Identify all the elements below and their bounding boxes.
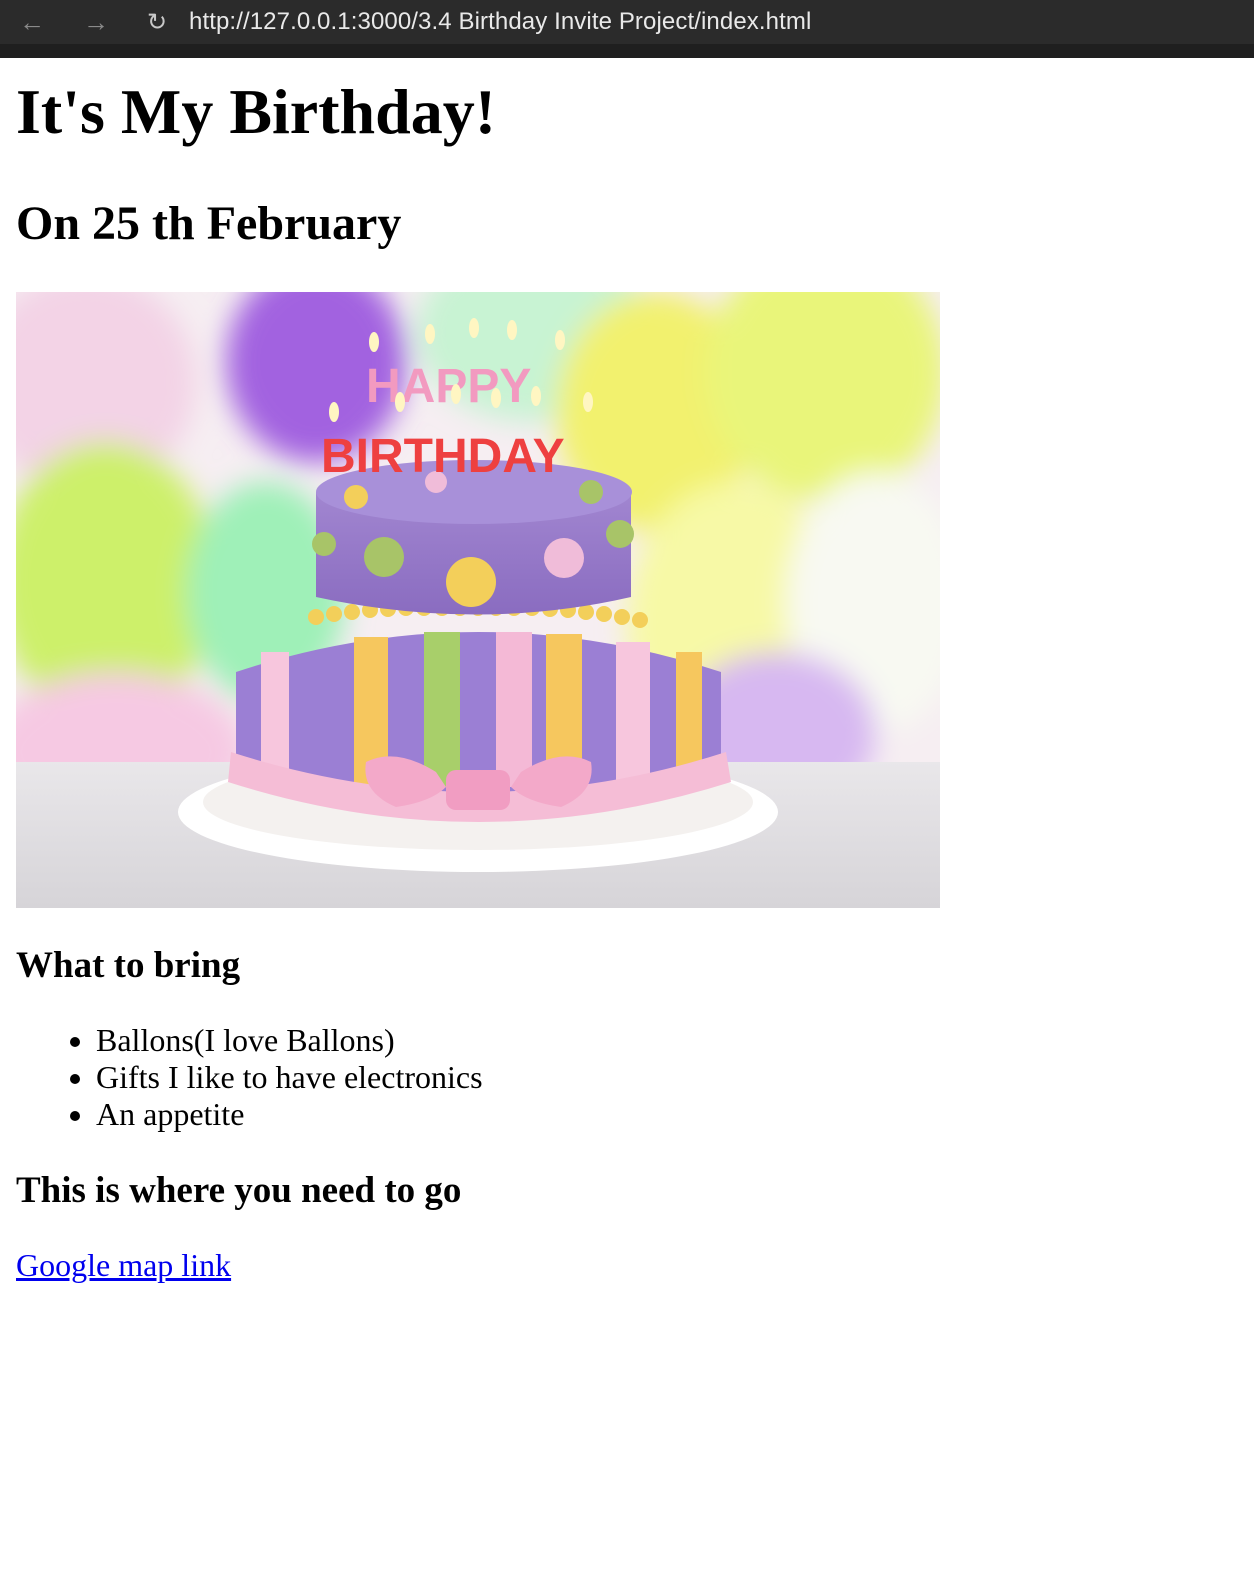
party-date: On 25 th February [16, 197, 402, 250]
page-title: It's My Birthday! [16, 76, 496, 147]
browser-toolbar: ← → ↻ http://127.0.0.1:3000/3.4 Birthday… [0, 0, 1254, 58]
address-bar[interactable]: http://127.0.0.1:3000/3.4 Birthday Invit… [189, 1, 1254, 43]
google-map-link[interactable]: Google map link [16, 1247, 231, 1284]
candle-text-happy: HAPPY [366, 360, 531, 413]
bring-list: Ballons(I love Ballons) Gifts I like to … [16, 1022, 1246, 1133]
arrow-right-icon: → [83, 6, 109, 37]
back-button[interactable]: ← [10, 0, 54, 44]
candle-text-birthday: BIRTHDAY [321, 430, 565, 483]
list-item: Ballons(I love Ballons) [96, 1022, 1246, 1059]
reload-button[interactable]: ↻ [135, 0, 179, 44]
url-text: http://127.0.0.1:3000/3.4 Birthday Invit… [189, 8, 812, 35]
list-item: Gifts I like to have electronics [96, 1059, 1246, 1096]
list-item: An appetite [96, 1096, 1246, 1133]
forward-button[interactable]: → [74, 0, 118, 44]
page-content: It's My Birthday! On 25 th February HAPP… [16, 58, 1246, 1284]
arrow-left-icon: ← [19, 6, 45, 37]
birthday-cake-image: HAPPY BIRTHDAY [16, 292, 940, 908]
reload-icon: ↻ [146, 8, 168, 36]
what-to-bring-heading: What to bring [16, 945, 241, 986]
directions-heading: This is where you need to go [16, 1170, 462, 1211]
